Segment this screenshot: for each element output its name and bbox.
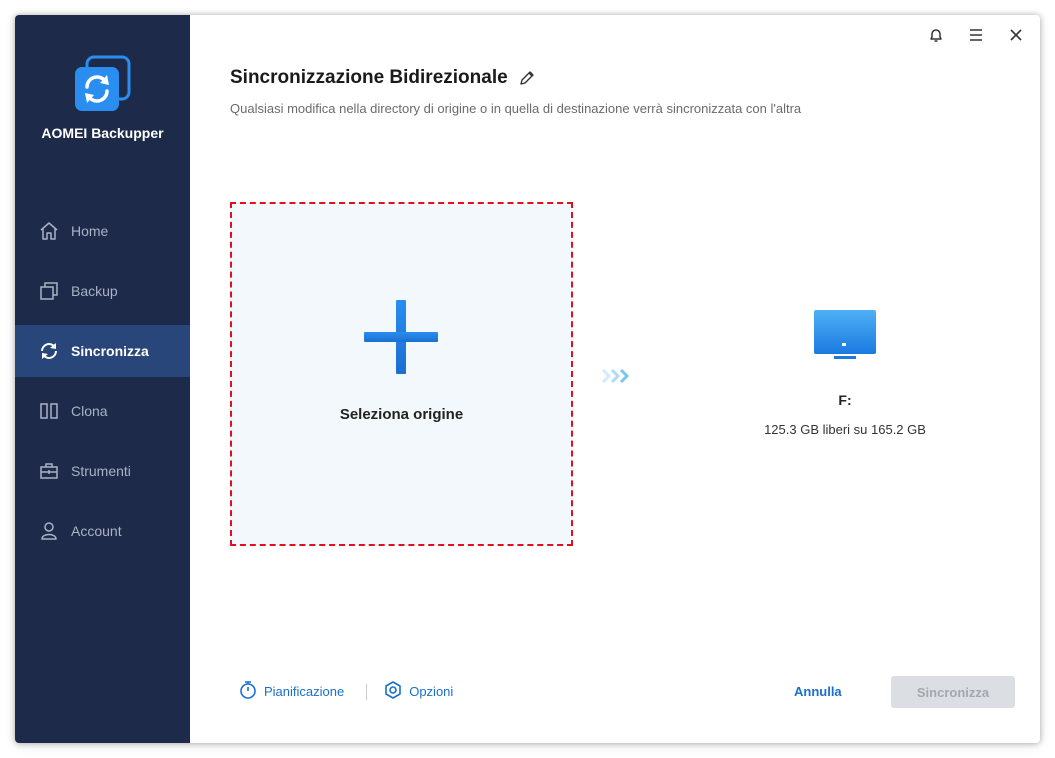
sidebar-item-sync[interactable]: Sincronizza (15, 325, 190, 377)
footer-divider (366, 683, 368, 700)
cancel-button[interactable]: Annulla (794, 684, 842, 699)
page-title: Sincronizzazione Bidirezionale (230, 67, 508, 88)
stopwatch-icon (238, 680, 264, 703)
select-source-box[interactable]: Seleziona origine (230, 202, 573, 546)
options-label: Opzioni (409, 684, 454, 699)
sidebar-item-label: Account (71, 523, 122, 539)
close-button[interactable] (1004, 25, 1028, 49)
sidebar-item-clone[interactable]: Clona (15, 385, 190, 437)
bell-icon (928, 27, 944, 48)
close-icon (1008, 27, 1024, 48)
options-gear-icon (383, 680, 409, 703)
destination-drive[interactable]: F: 125.3 GB liberi su 165.2 GB (730, 310, 960, 450)
sidebar-item-home[interactable]: Home (15, 205, 190, 257)
footer-links: Pianificazione Opzioni (238, 680, 453, 703)
destination-label: F: (838, 392, 852, 408)
main-panel: Sincronizzazione Bidirezionale Qualsiasi… (190, 15, 1040, 743)
schedule-button[interactable]: Pianificazione (238, 680, 344, 703)
window-controls (924, 25, 1028, 49)
backup-icon (39, 281, 59, 301)
clone-icon (39, 401, 59, 421)
toolbox-icon (39, 461, 59, 481)
direction-arrows-icon (601, 368, 635, 384)
title-row: Sincronizzazione Bidirezionale (230, 67, 536, 89)
sidebar-item-label: Sincronizza (71, 343, 149, 359)
sidebar-item-label: Strumenti (71, 463, 131, 479)
options-button[interactable]: Opzioni (383, 680, 453, 703)
sidebar-item-label: Backup (71, 283, 118, 299)
sidebar-item-account[interactable]: Account (15, 505, 190, 557)
page-subtitle: Qualsiasi modifica nella directory di or… (230, 101, 802, 116)
sidebar: AOMEI Backupper Home Backup Sincronizza … (15, 15, 190, 743)
menu-button[interactable] (964, 25, 988, 49)
home-icon (39, 221, 59, 241)
sidebar-item-tools[interactable]: Strumenti (15, 445, 190, 497)
sync-button[interactable]: Sincronizza (891, 676, 1015, 708)
app-logo-icon (73, 55, 133, 115)
app-window: AOMEI Backupper Home Backup Sincronizza … (15, 15, 1040, 743)
app-name: AOMEI Backupper (41, 125, 164, 141)
sidebar-item-label: Clona (71, 403, 108, 419)
schedule-label: Pianificazione (264, 684, 345, 699)
menu-icon (968, 27, 984, 48)
plus-icon (364, 300, 438, 374)
sync-icon (39, 341, 59, 361)
sidebar-item-backup[interactable]: Backup (15, 265, 190, 317)
edit-pencil-icon[interactable] (518, 69, 536, 87)
destination-space: 125.3 GB liberi su 165.2 GB (764, 422, 926, 437)
monitor-icon (814, 310, 876, 366)
sidebar-item-label: Home (71, 223, 109, 239)
user-icon (39, 521, 59, 541)
sidebar-nav: Home Backup Sincronizza Clona Strumenti … (15, 205, 190, 565)
source-label: Seleziona origine (339, 406, 464, 423)
notifications-button[interactable] (924, 25, 948, 49)
